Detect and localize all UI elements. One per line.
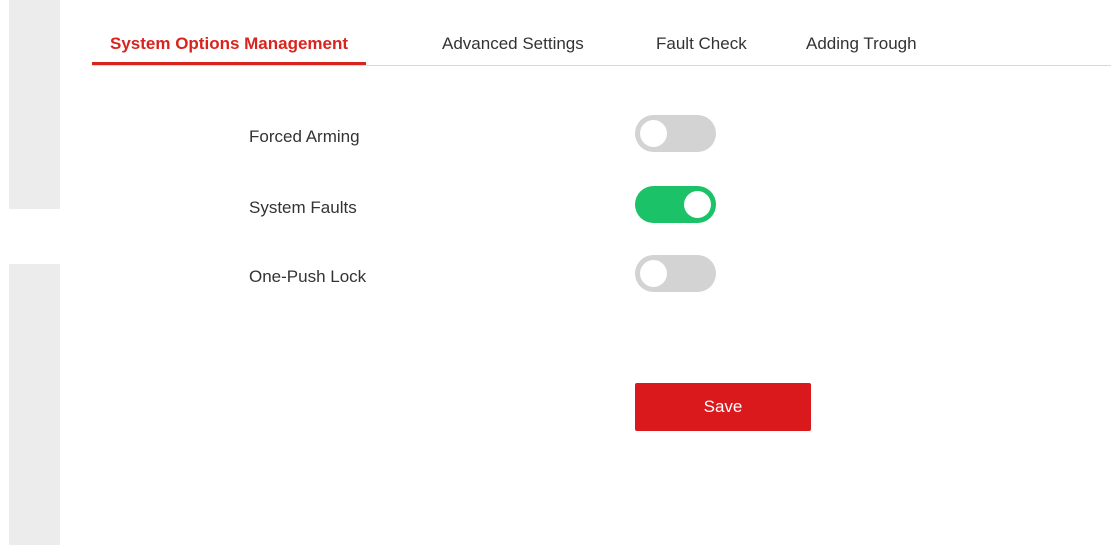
tab-advanced-settings[interactable]: Advanced Settings: [442, 28, 584, 64]
toggle-knob: [640, 260, 667, 287]
left-side-panel-bottom: [9, 264, 60, 545]
tab-bar: System Options Management Advanced Setti…: [92, 28, 1111, 66]
tab-adding-trough[interactable]: Adding Trough: [806, 28, 917, 64]
left-side-panel-top: [9, 0, 60, 209]
tab-system-options-management[interactable]: System Options Management: [92, 28, 367, 65]
toggle-knob: [640, 120, 667, 147]
system-faults-toggle[interactable]: [635, 186, 716, 223]
forced-arming-label: Forced Arming: [249, 127, 360, 146]
toggle-knob: [684, 191, 711, 218]
page: System Options Management Advanced Setti…: [0, 0, 1111, 545]
system-faults-label: System Faults: [249, 198, 357, 217]
save-button[interactable]: Save: [635, 383, 811, 431]
tab-fault-check[interactable]: Fault Check: [656, 28, 747, 64]
one-push-lock-label: One-Push Lock: [249, 267, 367, 286]
forced-arming-toggle[interactable]: [635, 115, 716, 152]
one-push-lock-toggle[interactable]: [635, 255, 716, 292]
